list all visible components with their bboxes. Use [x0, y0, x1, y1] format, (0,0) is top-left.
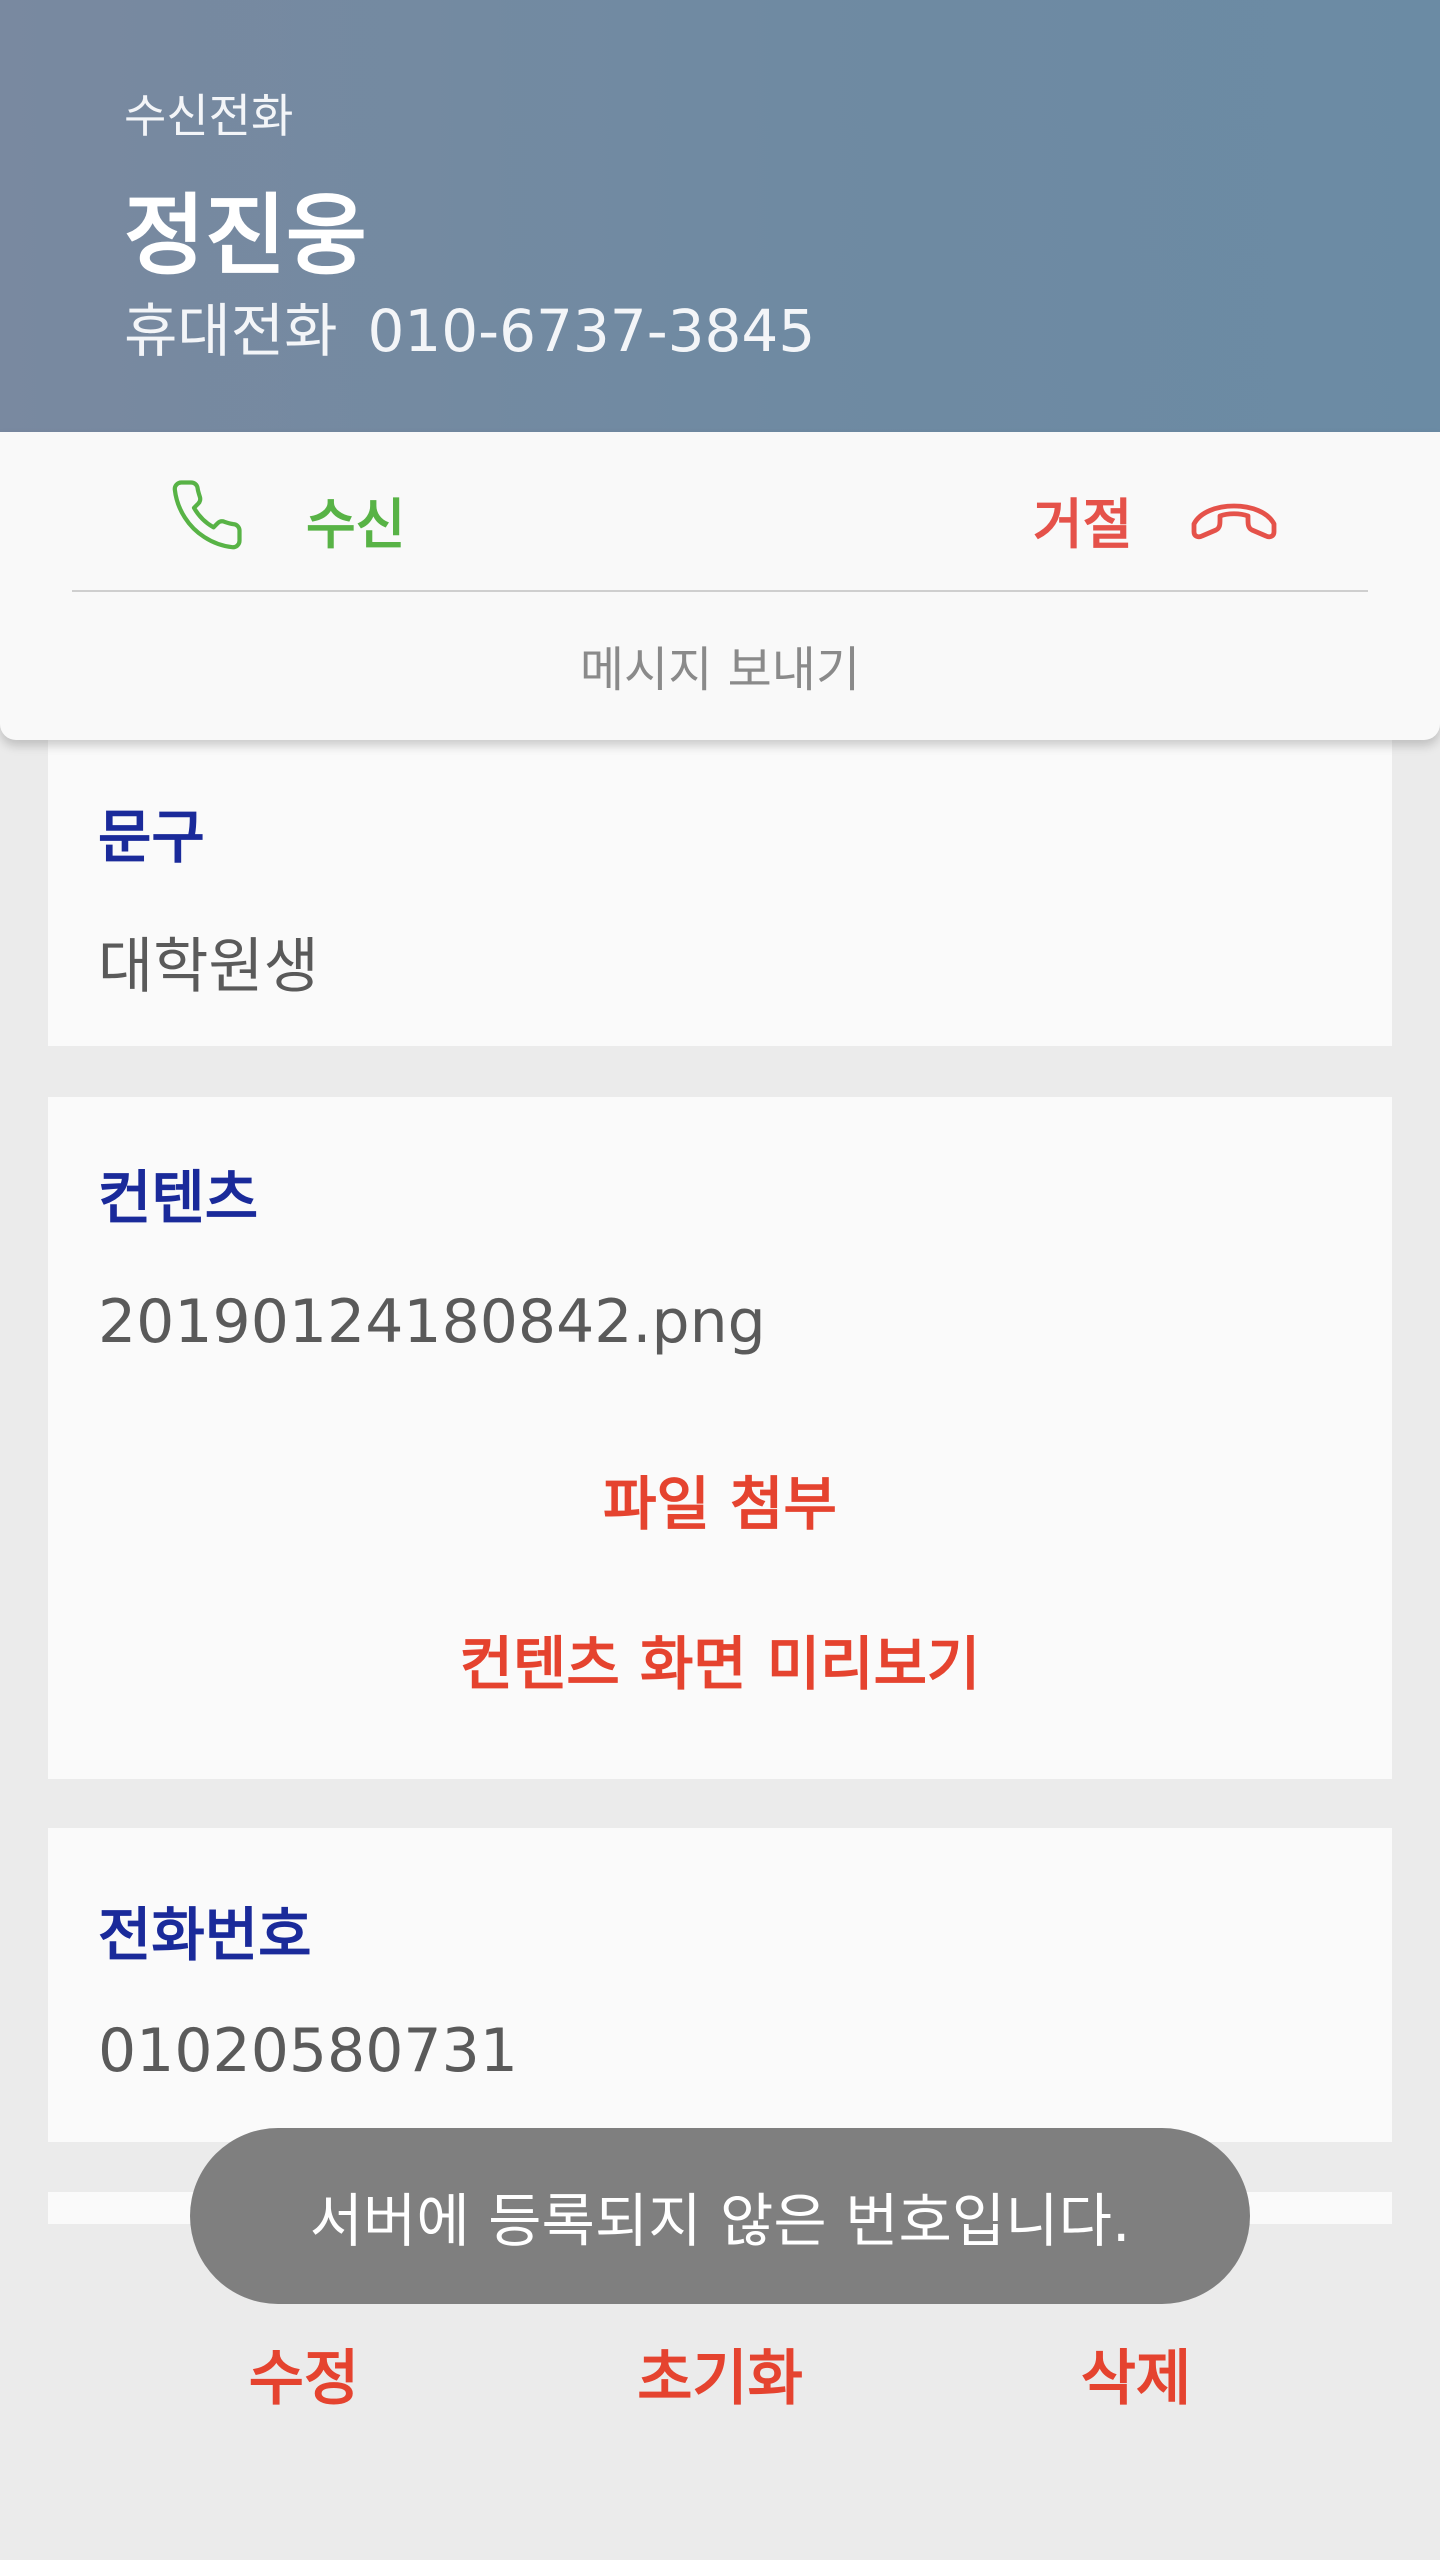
toast-message: 서버에 등록되지 않은 번호입니다.: [190, 2128, 1250, 2304]
edit-button[interactable]: 수정: [154, 2330, 454, 2417]
phone-number-card: 전화번호 01020580731: [48, 1828, 1392, 2142]
content-filename: 20190124180842.png: [98, 1287, 766, 1357]
delete-button[interactable]: 삭제: [986, 2330, 1286, 2417]
phrase-card: 문구 대학원생: [48, 740, 1392, 1046]
phrase-value: 대학원생: [98, 932, 319, 1002]
send-message-button[interactable]: 메시지 보내기: [0, 630, 1440, 700]
actions-divider: [72, 590, 1368, 592]
phone-number-title: 전화번호: [98, 1901, 312, 1969]
caller-name: 정진웅: [124, 184, 367, 287]
app-screen: 수신전화 정진웅 휴대전화 010-6737-3845 수신 거절 메시지 보내기…: [0, 0, 1440, 2560]
accept-call-button[interactable]: 수신: [306, 480, 405, 559]
phone-number-value: 01020580731: [98, 2016, 518, 2086]
caller-phone-number: 010-6737-3845: [367, 297, 816, 365]
attach-file-button[interactable]: 파일 첨부: [48, 1457, 1392, 1541]
content-preview-button[interactable]: 컨텐츠 화면 미리보기: [48, 1617, 1392, 1701]
caller-number-line: 휴대전화 010-6737-3845: [124, 284, 815, 368]
hang-up-icon[interactable]: [1186, 484, 1282, 548]
call-action-panel: 수신 거절 메시지 보내기: [0, 432, 1440, 740]
reject-call-button[interactable]: 거절: [1033, 480, 1132, 559]
reset-button[interactable]: 초기화: [570, 2330, 870, 2417]
call-status-label: 수신전화: [124, 89, 294, 143]
content-card: 컨텐츠 20190124180842.png 파일 첨부 컨텐츠 화면 미리보기: [48, 1097, 1392, 1779]
phone-type-label: 휴대전화: [124, 297, 338, 365]
phone-icon[interactable]: [168, 476, 246, 554]
incoming-call-header: 수신전화 정진웅 휴대전화 010-6737-3845: [0, 0, 1440, 432]
content-title: 컨텐츠: [98, 1164, 259, 1232]
phrase-title: 문구: [98, 803, 205, 871]
